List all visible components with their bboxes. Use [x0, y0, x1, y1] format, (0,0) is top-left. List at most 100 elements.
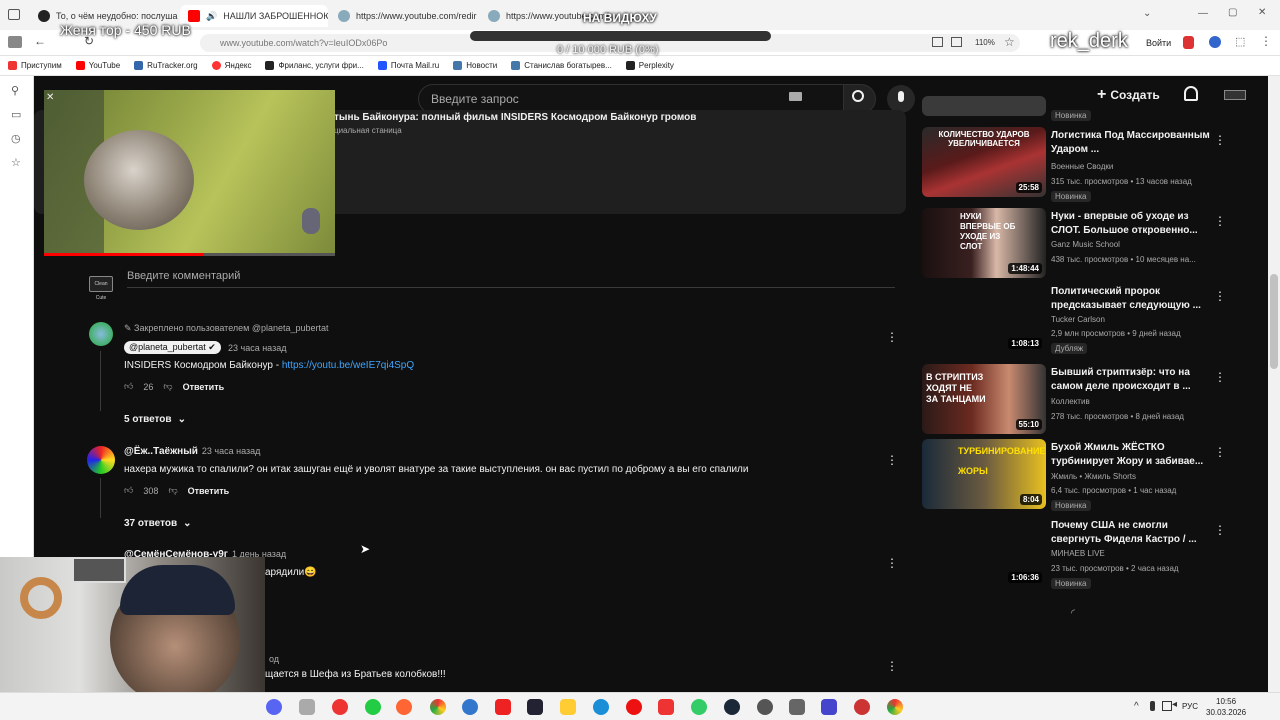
tab-3[interactable]: https://www.youtube.com/redir ✕: [330, 5, 478, 27]
comment-menu-icon[interactable]: ⋮: [886, 453, 898, 467]
steam-icon[interactable]: [724, 699, 740, 715]
related-video-6[interactable]: 1:06:36 Почему США не смогли свергнуть Ф…: [922, 517, 1226, 589]
reader-icon[interactable]: [951, 37, 962, 47]
bookmark-item[interactable]: Новости: [453, 61, 497, 70]
related-video-3[interactable]: 1:08:13 Политический пророк предсказывае…: [922, 283, 1226, 355]
language-indicator[interactable]: РУС: [1182, 702, 1198, 711]
discord-icon[interactable]: [266, 699, 282, 715]
video-thumbnail[interactable]: 1:08:13: [922, 283, 1046, 353]
yandex-app-icon[interactable]: [658, 699, 674, 715]
folder-icon[interactable]: [560, 699, 576, 715]
yandex-icon[interactable]: [495, 699, 511, 715]
bookmark-item[interactable]: Станислав богатырев...: [511, 61, 612, 70]
video-title[interactable]: Политический пророк предсказывает следую…: [1051, 285, 1211, 313]
globe-icon[interactable]: [757, 699, 773, 715]
video-title[interactable]: Нуки - впервые об уходе из СЛОТ. Большое…: [1051, 210, 1211, 238]
tab-2[interactable]: 🔊 НАШЛИ ЗАБРОШЕННОЮ ✕: [180, 5, 328, 27]
keyboard-icon[interactable]: [789, 92, 802, 101]
video-title[interactable]: Логистика Под Массированным Ударом ...: [1051, 129, 1211, 157]
video-thumbnail[interactable]: В СТРИПТИЗ ХОДЯТ НЕ ЗА ТАНЦАМИ 55:10: [922, 364, 1046, 434]
bookmark-item[interactable]: Почта Mail.ru: [377, 61, 439, 70]
network-icon[interactable]: [1162, 701, 1172, 711]
video-title[interactable]: тынь Байконура: полный фильм INSIDERS Ко…: [334, 112, 696, 123]
account-avatar[interactable]: [1224, 90, 1246, 100]
back-icon[interactable]: ←: [34, 34, 46, 48]
show-replies-button[interactable]: 5 ответов ⌄: [124, 414, 186, 425]
video-title[interactable]: Почему США не смогли свергнуть Фиделя Ка…: [1051, 519, 1211, 547]
dislike-icon[interactable]: 👎︎: [168, 485, 177, 496]
channel-name[interactable]: Военные Сводки: [1051, 162, 1113, 171]
bookmark-item[interactable]: Яндекс: [211, 61, 251, 70]
like-icon[interactable]: 👍︎: [124, 485, 133, 496]
reply-button[interactable]: Ответить: [183, 382, 225, 392]
video-thumbnail[interactable]: [922, 96, 1046, 116]
app-icon[interactable]: [527, 699, 543, 715]
mini-player-video[interactable]: [44, 90, 335, 256]
comment-menu-icon[interactable]: ⋮: [886, 659, 898, 673]
avatar[interactable]: [89, 322, 113, 346]
comment-time[interactable]: 23 часа назад: [228, 343, 286, 353]
tray-chevron-icon[interactable]: ^: [1134, 701, 1139, 712]
video-thumbnail[interactable]: КОЛИЧЕСТВО УДАРОВ УВЕЛИЧИВАЕТСЯ 25:58: [922, 127, 1046, 197]
video-menu-icon[interactable]: ⋮: [1214, 370, 1226, 384]
video-thumbnail[interactable]: НУКИ ВПЕРВЫЕ ОБ УХОДЕ ИЗ СЛОТ 1:48:44: [922, 208, 1046, 278]
channel-name[interactable]: Tucker Carlson: [1051, 315, 1105, 324]
minimize-icon[interactable]: —: [1198, 8, 1208, 19]
obs-icon[interactable]: [462, 699, 478, 715]
firefox-icon[interactable]: [396, 699, 412, 715]
reply-button[interactable]: Ответить: [188, 486, 230, 496]
app-icon[interactable]: [789, 699, 805, 715]
explorer-icon[interactable]: [299, 699, 315, 715]
channel-name[interactable]: Ganz Music School: [1051, 240, 1120, 249]
video-menu-icon[interactable]: ⋮: [1214, 289, 1226, 303]
show-replies-button[interactable]: 37 ответов ⌄: [124, 518, 192, 529]
star-icon[interactable]: ☆: [1004, 35, 1015, 49]
page-scrollbar[interactable]: [1268, 76, 1280, 692]
video-menu-icon[interactable]: ⋮: [1214, 133, 1226, 147]
mic-tray-icon[interactable]: [1150, 701, 1155, 711]
chrome-icon[interactable]: [430, 699, 446, 715]
related-video-2[interactable]: НУКИ ВПЕРВЫЕ ОБ УХОДЕ ИЗ СЛОТ 1:48:44 Ну…: [922, 208, 1226, 280]
video-menu-icon[interactable]: ⋮: [1214, 445, 1226, 459]
yandex-browser-icon[interactable]: [332, 699, 348, 715]
like-icon[interactable]: 👍︎: [124, 381, 133, 392]
clock[interactable]: 10:56 30.03.2026: [1206, 696, 1246, 718]
menu-icon[interactable]: ⋮: [1260, 34, 1272, 48]
author-chip[interactable]: @planeta_pubertat ✔: [124, 341, 221, 354]
sidebar-toggle-icon[interactable]: [8, 36, 22, 48]
whatsapp-icon[interactable]: [365, 699, 381, 715]
avatar[interactable]: [87, 446, 115, 474]
bookmark-item[interactable]: Фриланс, услуги фри...: [265, 61, 364, 70]
video-title[interactable]: Бывший стриптизёр: что на самом деле про…: [1051, 366, 1211, 394]
shield-icon[interactable]: [1183, 36, 1194, 49]
login-button[interactable]: Войти: [1146, 38, 1171, 48]
extensions-icon[interactable]: ⬚: [1235, 35, 1245, 48]
opera-icon[interactable]: [626, 699, 642, 715]
tabs-icon[interactable]: ▭: [11, 108, 23, 121]
comment-menu-icon[interactable]: ⋮: [886, 330, 898, 344]
zoom-level[interactable]: 110%: [975, 38, 995, 47]
related-video-4[interactable]: В СТРИПТИЗ ХОДЯТ НЕ ЗА ТАНЦАМИ 55:10 Быв…: [922, 364, 1226, 436]
dislike-icon[interactable]: 👎︎: [163, 381, 172, 392]
bookmark-item[interactable]: RuTracker.org: [134, 61, 198, 70]
channel-name[interactable]: Коллектив: [1051, 397, 1090, 406]
speaker-icon[interactable]: 🔊: [206, 11, 217, 22]
bookmark-star-icon[interactable]: ☆: [11, 156, 23, 169]
bell-icon[interactable]: [1184, 86, 1198, 101]
close-icon[interactable]: ✕: [46, 92, 58, 104]
video-thumbnail[interactable]: 1:06:36: [922, 517, 1046, 587]
chrome-icon[interactable]: [887, 699, 903, 715]
comment-time[interactable]: од: [269, 654, 279, 664]
app-icon[interactable]: [854, 699, 870, 715]
mini-player-progress[interactable]: [44, 253, 335, 256]
pin-icon[interactable]: ⚲: [11, 84, 23, 97]
comment-menu-icon[interactable]: ⋮: [886, 556, 898, 570]
comment-time[interactable]: 23 часа назад: [202, 446, 260, 456]
maximize-icon[interactable]: ▢: [1228, 7, 1237, 18]
edge-icon[interactable]: [593, 699, 609, 715]
related-video-0[interactable]: Новинка: [922, 96, 1222, 124]
chevron-down-icon[interactable]: ⌄: [1143, 8, 1151, 19]
workspaces-icon[interactable]: [8, 9, 20, 20]
comment-author[interactable]: @Ёж..Таёжный 23 часа назад: [124, 446, 260, 457]
bookmark-item[interactable]: YouTube: [75, 61, 120, 70]
